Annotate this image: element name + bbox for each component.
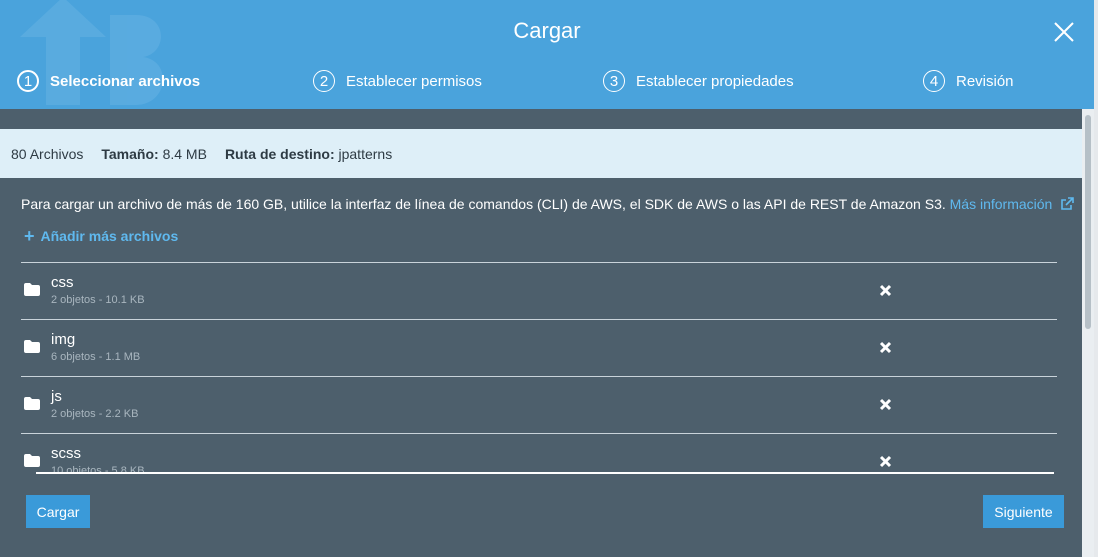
size-label: Tamaño: [101, 145, 159, 162]
file-count: 80 Archivos [11, 145, 84, 162]
file-name: js [51, 388, 62, 405]
size-value: 8.4 MB [162, 145, 207, 162]
step-number: 4 [923, 70, 945, 92]
file-name: scss [51, 445, 81, 462]
folder-icon [24, 340, 40, 353]
upload-button[interactable]: Cargar [26, 495, 90, 528]
next-button[interactable]: Siguiente [983, 495, 1064, 528]
page-edge [1094, 0, 1098, 557]
step-label: Seleccionar archivos [50, 72, 201, 90]
file-row: js 2 objetos - 2.2 KB [21, 376, 1057, 433]
file-name: css [51, 274, 74, 291]
external-link-icon [1061, 197, 1075, 210]
file-meta: 6 objetos - 1.1 MB [51, 351, 141, 363]
step-number: 2 [313, 70, 335, 92]
close-icon[interactable] [1051, 19, 1077, 45]
file-meta: 2 objetos - 2.2 KB [51, 408, 139, 420]
step-set-permissions[interactable]: 2 Establecer permisos [313, 70, 482, 92]
remove-icon[interactable] [879, 341, 892, 354]
step-label: Establecer permisos [346, 72, 482, 90]
plus-icon: + [24, 226, 35, 246]
more-info-link-label: Más información [949, 196, 1053, 212]
file-row: img 6 objetos - 1.1 MB [21, 319, 1057, 376]
modal-header: Cargar 1 Seleccionar archivos 2 Establec… [0, 0, 1094, 109]
step-set-properties[interactable]: 3 Establecer propiedades [603, 70, 794, 92]
destination-label: Ruta de destino: [224, 145, 335, 162]
step-number: 1 [17, 70, 39, 92]
step-number: 3 [603, 70, 625, 92]
remove-icon[interactable] [879, 284, 892, 297]
large-file-notice: Para cargar un archivo de más de 160 GB,… [21, 196, 1075, 212]
step-label: Establecer propiedades [636, 72, 794, 90]
destination-path: Ruta de destino: jpatterns [225, 146, 392, 162]
folder-icon [24, 454, 40, 467]
remove-icon[interactable] [879, 455, 892, 468]
more-info-link[interactable]: Más información [950, 196, 1075, 212]
list-divider [36, 472, 1054, 474]
upload-summary-bar: 80 Archivos Tamaño: 8.4 MB Ruta de desti… [0, 129, 1082, 178]
file-meta: 2 objetos - 10.1 KB [51, 294, 145, 306]
step-select-files[interactable]: 1 Seleccionar archivos [17, 70, 200, 92]
modal-title: Cargar [513, 18, 581, 43]
folder-icon [24, 397, 40, 410]
step-label: Revisión [956, 72, 1014, 90]
add-more-files-button[interactable]: + Añadir más archivos [24, 226, 179, 246]
notice-text: Para cargar un archivo de más de 160 GB,… [21, 196, 946, 212]
vertical-scrollbar[interactable] [1082, 109, 1094, 557]
total-size: Tamaño: 8.4 MB [101, 146, 207, 162]
add-more-files-label: Añadir más archivos [40, 228, 179, 244]
folder-icon [24, 283, 40, 296]
remove-icon[interactable] [879, 398, 892, 411]
file-list: css 2 objetos - 10.1 KB img 6 objetos - … [21, 262, 1057, 474]
file-row: scss 10 objetos - 5.8 KB [21, 433, 1057, 474]
step-review[interactable]: 4 Revisión [923, 70, 1014, 92]
destination-value: jpatterns [338, 145, 393, 162]
file-row: css 2 objetos - 10.1 KB [21, 262, 1057, 319]
file-name: img [51, 331, 76, 348]
scrollbar-thumb[interactable] [1085, 115, 1091, 329]
